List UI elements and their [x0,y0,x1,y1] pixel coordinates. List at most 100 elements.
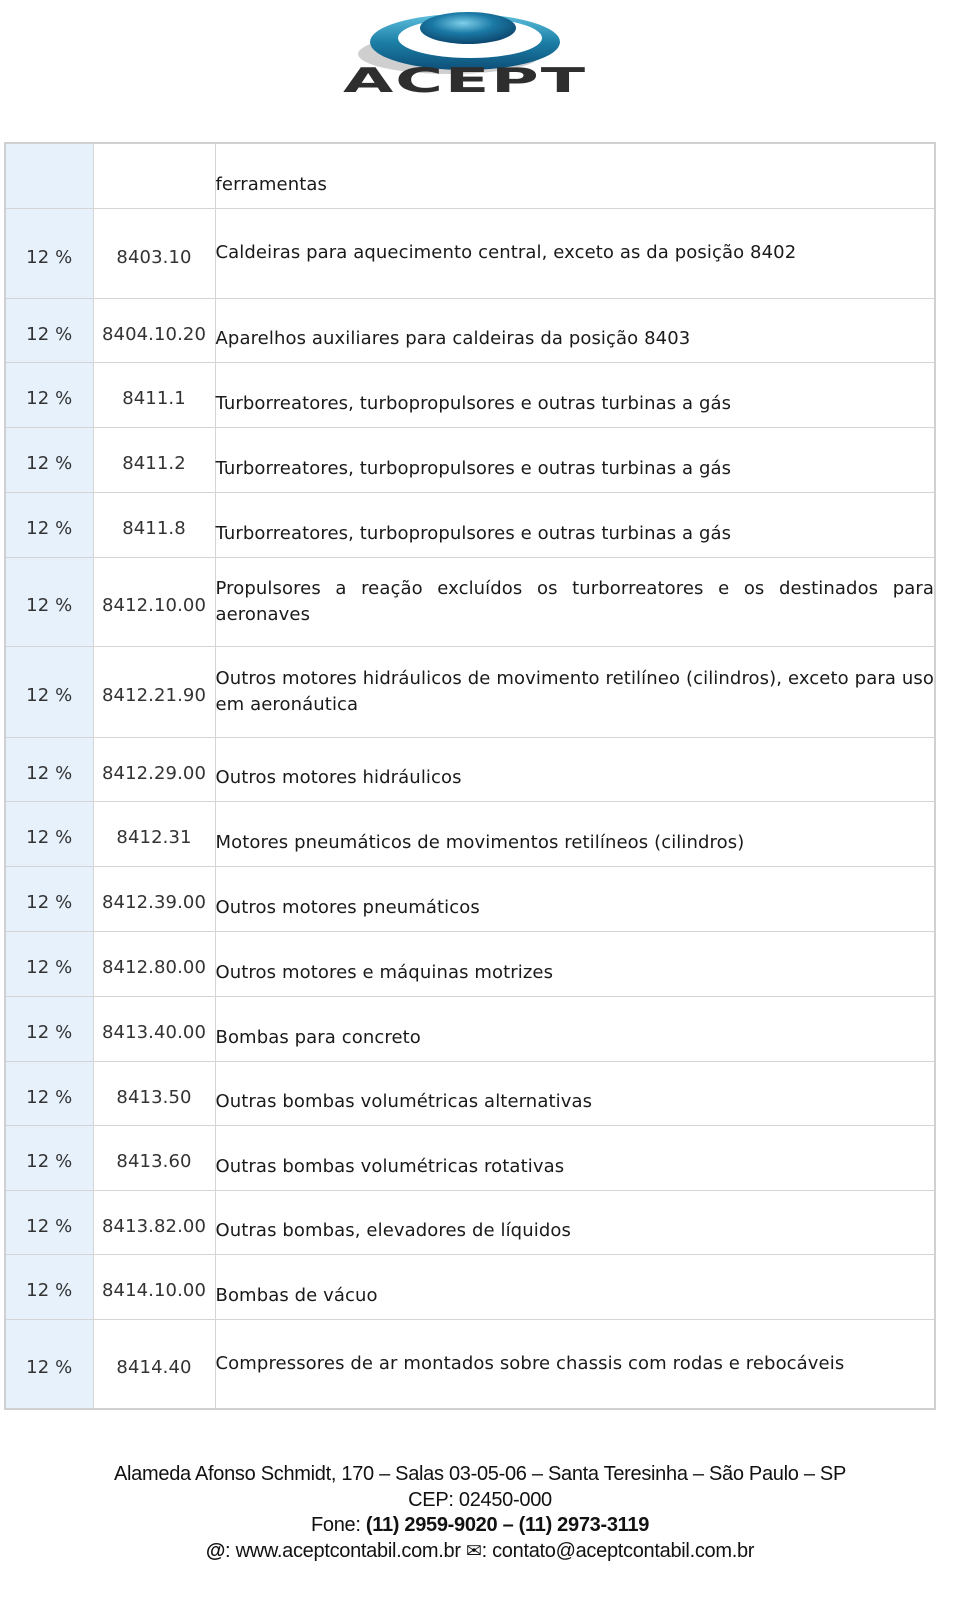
footer-contacts: @: www.aceptcontabil.com.br ✉: contato@a… [0,1539,960,1565]
rate-value: 12 % [26,453,73,474]
ncm-code: 8412.21.90 [101,685,207,706]
rate-value: 12 % [26,1086,73,1108]
description-cell: Aparelhos auxiliares para caldeiras da p… [214,297,936,363]
ncm-code: 8412.80.00 [101,957,207,978]
rate-cell: 12 % [4,930,94,997]
table-row: 12 % 8412.29.00 Outros motores hidráulicos [4,736,936,802]
rate-value: 12 % [26,323,73,345]
rate-cell [4,142,94,209]
footer-cep: CEP: 02450-000 [408,1488,552,1511]
phone-label: Fone: [310,1514,366,1536]
logo-text: ACEPT [343,61,587,96]
ncm-code: 8412.29.00 [101,762,207,784]
ncm-code: 8412.39.00 [101,892,207,913]
ncm-code-cell: 8412.10.00 [92,556,216,647]
ncm-code: 8411.8 [122,518,186,539]
footer: Alameda Afonso Schmidt, 170 – Salas 03-0… [0,1462,960,1564]
rate-cell: 12 % [4,736,94,802]
description-cell: Turborreatores, turbopropulsores e outra… [214,361,936,428]
ncm-code-cell: 8414.10.00 [92,1253,216,1320]
rate-cell: 12 % [4,995,94,1062]
table-row: 12 % 8413.60 Outras bombas volumétricas ro… [4,1124,936,1191]
rate-cell: 12 % [4,865,94,932]
ncm-code-cell: 8411.8 [92,491,216,558]
table-row: 12 % 8403.10 Caldeiras para aquecimento ce… [4,207,936,299]
table-row: 12 % 8413.82.00 Outras bombas, elevadores … [4,1189,936,1255]
rate-value: 12 % [26,518,73,539]
rate-value: 12 % [26,957,73,978]
ncm-code-cell: 8404.10.20 [92,297,216,363]
rate-value: 12 % [26,595,73,616]
table-row: 12 % 8411.2 Turborreatores, turbopropulsor… [4,426,936,493]
ncm-code-cell: 8412.80.00 [92,930,216,997]
rate-cell: 12 % [4,207,94,299]
rate-cell: 12 % [4,645,94,738]
rate-value: 12 % [26,685,73,706]
ncm-code: 8403.10 [116,246,192,268]
rate-value: 12 % [26,1151,73,1172]
description-cell: ferramentas [214,142,936,209]
ncm-code: 8411.1 [122,388,186,409]
website-link[interactable]: www.aceptcontabil.com.br [236,1540,461,1562]
description-cell: Turborreatores, turbopropulsores e outra… [214,491,936,558]
rate-cell: 12 % [4,1318,94,1410]
ncm-code-cell: 8413.82.00 [92,1189,216,1255]
rate-value: 12 % [26,762,73,784]
description-cell: Outros motores pneumáticos [214,865,936,932]
table-row: 12 % 8412.80.00 Outros motores e máquinas … [4,930,936,997]
logo-sphere [420,12,516,44]
web-icon: @ [205,1539,226,1562]
ncm-code: 8411.2 [122,453,186,474]
table-row: 12 % 8404.10.20 Aparelhos auxiliares para … [4,297,936,363]
ncm-code-cell: 8412.39.00 [92,865,216,932]
rate-cell: 12 % [4,556,94,647]
ncm-code-cell [92,142,216,209]
description-cell: Outros motores hidráulicos [214,736,936,802]
description-cell: Outros motores e máquinas motrizes [214,930,936,997]
rate-value: 12 % [26,1357,73,1379]
ncm-rate-table: ferramentas 12 % 8403.10 Caldeiras para aqu… [4,142,936,1410]
ncm-code-cell: 8414.40 [92,1318,216,1410]
description-cell: Motores pneumáticos de movimentos retilí… [214,800,936,867]
rate-value: 12 % [26,388,73,409]
description-cell: Compressores de ar montados sobre chassi… [214,1318,936,1410]
ncm-code-cell: 8413.60 [92,1124,216,1191]
ncm-code: 8413.60 [116,1151,192,1172]
table-row: 12 % 8414.10.00 Bombas de vácuo [4,1253,936,1320]
web-sep: : [225,1539,236,1562]
table-body: ferramentas 12 % 8403.10 Caldeiras para aqu… [4,142,936,1410]
table-row: 12 % 8411.8 Turborreatores, turbopropulsor… [4,491,936,558]
rate-cell: 12 % [4,1253,94,1320]
ncm-code: 8412.31 [116,827,192,848]
rate-cell: 12 % [4,361,94,428]
ncm-code-cell: 8403.10 [92,207,216,299]
table-row: 12 % 8412.39.00 Outros motores pneumáticos [4,865,936,932]
ncm-code: 8412.10.00 [101,595,207,616]
description-cell: Propulsores a reação excluídos os turbor… [214,556,936,647]
ncm-code-cell: 8412.31 [92,800,216,867]
rate-value: 12 % [26,246,73,268]
ncm-code-cell: 8411.2 [92,426,216,493]
ncm-code: 8413.50 [116,1086,192,1108]
ncm-code: 8414.40 [116,1357,192,1379]
rate-value: 12 % [26,1215,73,1237]
rate-value: 12 % [26,892,73,913]
ncm-code-cell: 8412.29.00 [92,736,216,802]
ncm-code: 8414.10.00 [101,1280,207,1301]
ncm-code-cell: 8411.1 [92,361,216,428]
description-cell: Outras bombas volumétricas rotativas [214,1124,936,1191]
rate-cell: 12 % [4,1060,94,1126]
table-row: ferramentas [4,142,936,209]
table-row: 12 % 8413.50 Outras bombas volumétricas al… [4,1060,936,1126]
rate-cell: 12 % [4,800,94,867]
rate-cell: 12 % [4,297,94,363]
table-row: 12 % 8414.40 Compressores de ar montados s… [4,1318,936,1410]
table-row: 12 % 8412.31 Motores pneumáticos de movime… [4,800,936,867]
rate-value: 12 % [26,1280,73,1301]
envelope-icon: ✉ [465,1540,482,1562]
table-row: 12 % 8412.21.90 Outros motores hidráulicos… [4,645,936,738]
logo-graphic: ACEPT [343,12,587,96]
email-link[interactable]: contato@aceptcontabil.com.br [492,1540,754,1562]
ncm-code: 8413.82.00 [101,1215,207,1237]
table-row: 12 % 8411.1 Turborreatores, turbopropulsor… [4,361,936,428]
